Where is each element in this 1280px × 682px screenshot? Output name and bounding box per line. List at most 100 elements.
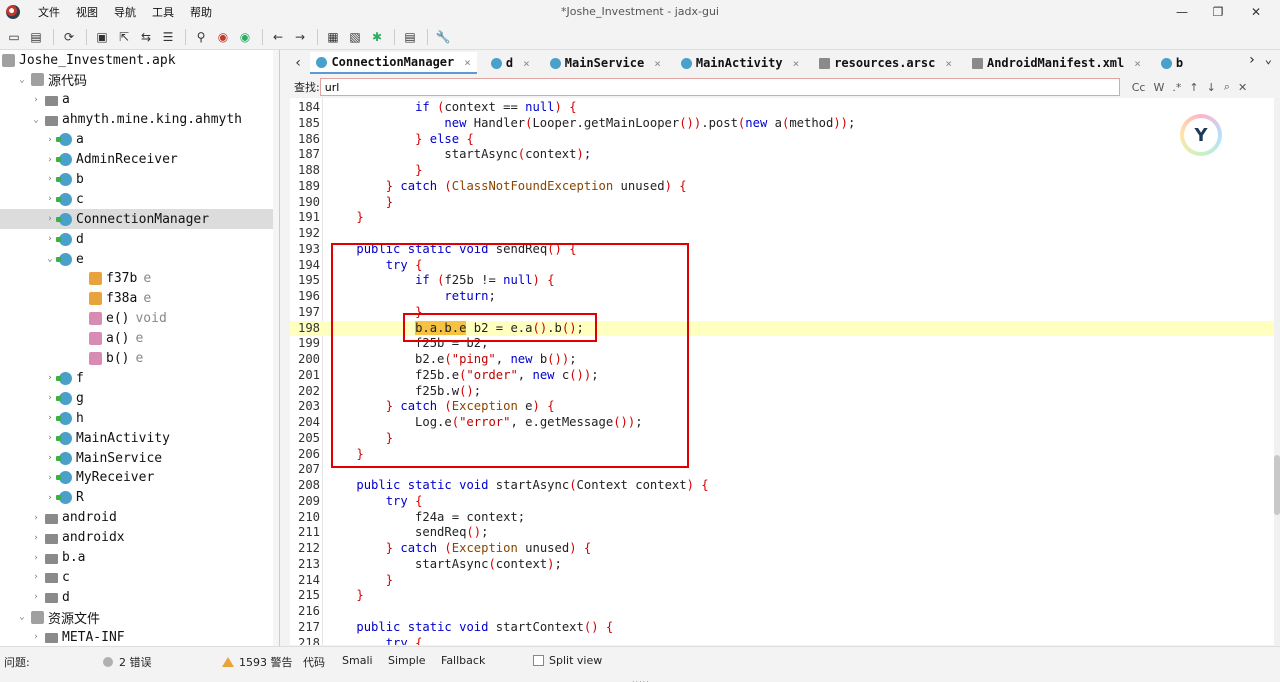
tree-item[interactable]: a() e (0, 329, 279, 349)
tab-resources-arsc[interactable]: resources.arsc × (813, 52, 958, 74)
code-line[interactable]: 213 startAsync(context); (290, 557, 1274, 573)
tree-item[interactable]: › c (0, 567, 279, 587)
tab-scroll-left-button[interactable]: ‹ (294, 55, 302, 71)
errors-indicator[interactable]: 2 错误 (103, 654, 152, 670)
view-tab-code[interactable]: 代码 (303, 654, 325, 670)
code-line[interactable]: 197 } (290, 305, 1274, 321)
tree-item[interactable]: › META-INF (0, 627, 279, 646)
expanded-chevron-icon[interactable]: ⌄ (16, 75, 28, 85)
collapsed-chevron-icon[interactable]: › (44, 135, 56, 145)
tree-item[interactable]: › d (0, 587, 279, 607)
menu-help[interactable]: 帮助 (182, 4, 220, 20)
code-line[interactable]: 215 } (290, 588, 1274, 604)
preferences-icon[interactable]: 🔧 (433, 27, 453, 47)
forward-icon[interactable]: → (290, 27, 310, 47)
code-line[interactable]: 200 b2.e("ping", new b()); (290, 352, 1274, 368)
tree-item[interactable]: › d (0, 229, 279, 249)
code-line[interactable]: 208 public static void startAsync(Contex… (290, 478, 1274, 494)
tree-item[interactable]: › R (0, 488, 279, 508)
search-prev-button[interactable]: ↑ (1189, 81, 1198, 94)
quick-tabs-icon[interactable]: ▧ (345, 27, 365, 47)
code-line[interactable]: 192 (290, 226, 1274, 242)
tree-item[interactable]: Joshe_Investment.apk (0, 50, 279, 70)
sync-icon[interactable]: ⇆ (136, 27, 156, 47)
code-line[interactable]: 188 } (290, 163, 1274, 179)
view-tab-smali[interactable]: Smali (342, 654, 373, 667)
code-line[interactable]: 196 return; (290, 289, 1274, 305)
collapsed-chevron-icon[interactable]: › (44, 174, 56, 184)
code-line[interactable]: 209 try { (290, 494, 1274, 510)
tree-item[interactable]: ⌄ 源代码 (0, 70, 279, 90)
maximize-button[interactable]: ❐ (1200, 2, 1236, 22)
view-tab-simple[interactable]: Simple (388, 654, 426, 667)
tree-item[interactable]: f38a e (0, 289, 279, 309)
collapsed-chevron-icon[interactable]: › (44, 393, 56, 403)
tree-scrollbar[interactable] (273, 50, 279, 646)
code-line[interactable]: 202 f25b.w(); (290, 384, 1274, 400)
collapsed-chevron-icon[interactable]: › (44, 413, 56, 423)
code-line[interactable]: 214 } (290, 573, 1274, 589)
tree-item[interactable]: › MainService (0, 448, 279, 468)
tree-item[interactable]: › b.a (0, 548, 279, 568)
open-icon[interactable]: ▭ (4, 27, 24, 47)
expanded-chevron-icon[interactable]: ⌄ (30, 115, 42, 125)
collapsed-chevron-icon[interactable]: › (30, 572, 42, 582)
code-line[interactable]: 189 } catch (ClassNotFoundException unus… (290, 179, 1274, 195)
tab-close-icon[interactable]: × (523, 57, 530, 70)
tab-b[interactable]: b (1155, 52, 1189, 74)
minimize-button[interactable]: — (1164, 2, 1200, 22)
code-line[interactable]: 211 sendReq(); (290, 525, 1274, 541)
tab-mainservice[interactable]: MainService × (544, 52, 667, 74)
floating-plugin-icon[interactable]: Y (1180, 114, 1222, 156)
collapsed-chevron-icon[interactable]: › (44, 453, 56, 463)
search-icon[interactable]: ⚲ (191, 27, 211, 47)
menu-navigation[interactable]: 导航 (106, 4, 144, 20)
tree-item[interactable]: ⌄ 资源文件 (0, 607, 279, 627)
code-line[interactable]: 212 } catch (Exception unused) { (290, 541, 1274, 557)
refresh-icon[interactable]: ⟳ (59, 27, 79, 47)
flatten-icon[interactable]: ☰ (158, 27, 178, 47)
code-line[interactable]: 198 b.a.b.e b2 = e.a().b(); (290, 320, 1274, 337)
view-tab-fallback[interactable]: Fallback (441, 654, 485, 667)
debug-icon[interactable]: ✱ (367, 27, 387, 47)
collapsed-chevron-icon[interactable]: › (44, 155, 56, 165)
menu-view[interactable]: 视图 (68, 4, 106, 20)
tree-item[interactable]: b() e (0, 349, 279, 369)
tab-connectionmanager[interactable]: ConnectionManager × (310, 52, 477, 74)
tree-item[interactable]: f37b e (0, 269, 279, 289)
search-next-button[interactable]: ↓ (1207, 81, 1216, 94)
tab-mainactivity[interactable]: MainActivity × (675, 52, 805, 74)
code-line[interactable]: 205 } (290, 431, 1274, 447)
search-close-button[interactable]: ✕ (1238, 81, 1247, 94)
save-icon[interactable]: ▣ (92, 27, 112, 47)
tree-item[interactable]: › MainActivity (0, 428, 279, 448)
collapsed-chevron-icon[interactable]: › (30, 533, 42, 543)
tree-item[interactable]: ⌄ e (0, 249, 279, 269)
tree-item[interactable]: › g (0, 388, 279, 408)
code-scrollbar[interactable] (1274, 98, 1280, 645)
tree-item[interactable]: e() void (0, 309, 279, 329)
tab-close-icon[interactable]: × (793, 57, 800, 70)
tab-scroll-right-button[interactable]: › (1248, 52, 1256, 68)
tab-d[interactable]: d × (485, 52, 536, 74)
menu-file[interactable]: 文件 (30, 4, 68, 20)
panel-resize-handle[interactable]: ..... (632, 675, 650, 682)
tree-item[interactable]: › a (0, 130, 279, 150)
code-line[interactable]: 193 public static void sendReq() { (290, 242, 1274, 258)
code-line[interactable]: 185 new Handler(Looper.getMainLooper()).… (290, 116, 1274, 132)
code-line[interactable]: 201 f25b.e("order", new c()); (290, 368, 1274, 384)
whole-word-toggle[interactable]: W (1153, 81, 1164, 94)
code-line[interactable]: 187 startAsync(context); (290, 147, 1274, 163)
tree-item[interactable]: › AdminReceiver (0, 150, 279, 170)
code-scrollbar-thumb[interactable] (1274, 455, 1280, 515)
search-input[interactable] (319, 78, 1120, 96)
collapsed-chevron-icon[interactable]: › (44, 214, 56, 224)
tree-item[interactable]: ⌄ ahmyth.mine.king.ahmyth (0, 110, 279, 130)
split-view-checkbox[interactable] (533, 655, 544, 666)
match-case-toggle[interactable]: Cc (1132, 81, 1146, 94)
collapsed-chevron-icon[interactable]: › (30, 95, 42, 105)
collapsed-chevron-icon[interactable]: › (44, 493, 56, 503)
export-icon[interactable]: ⇱ (114, 27, 134, 47)
close-window-button[interactable]: ✕ (1238, 2, 1274, 22)
code-line[interactable]: 204 Log.e("error", e.getMessage()); (290, 415, 1274, 431)
